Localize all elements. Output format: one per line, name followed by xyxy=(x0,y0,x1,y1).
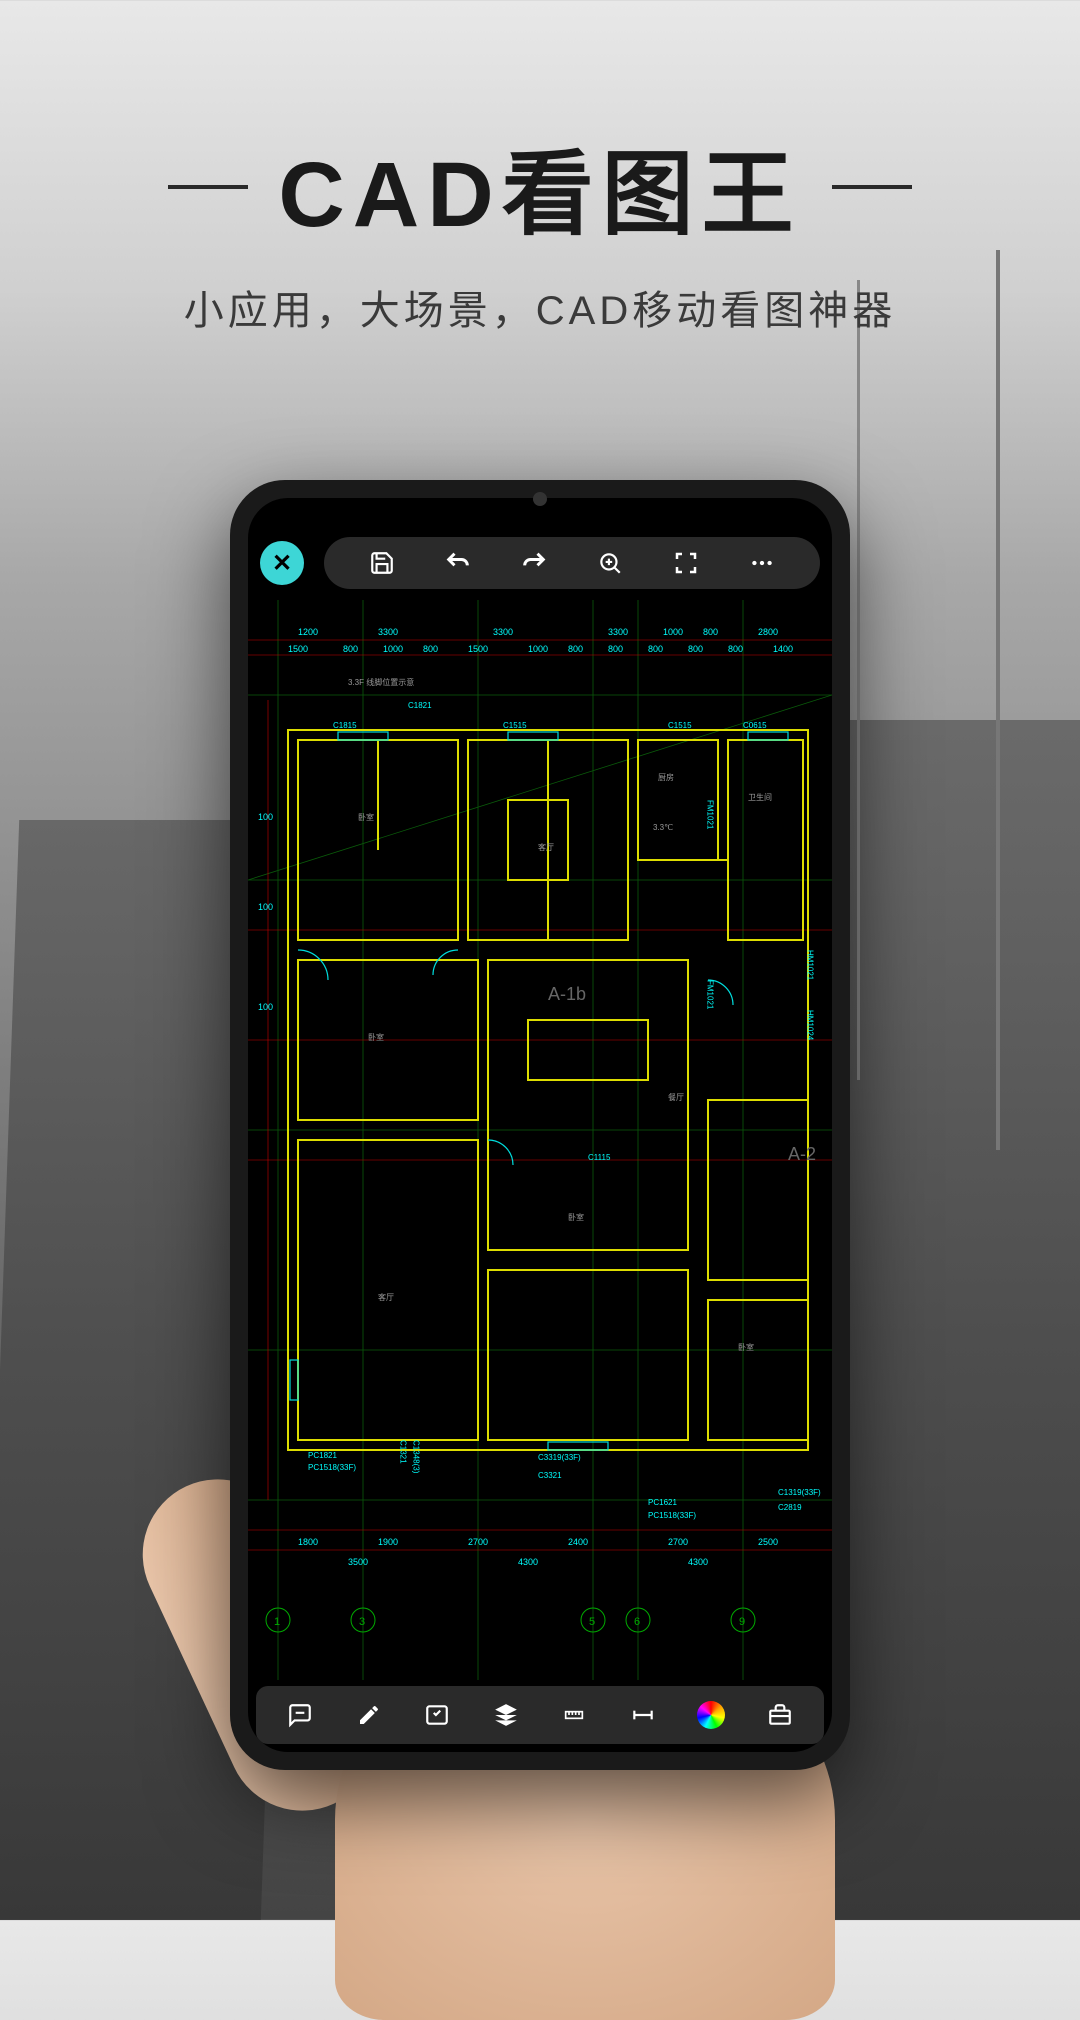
door-1: PC1518(33F) xyxy=(308,1463,356,1472)
door-5: HM1021 xyxy=(806,950,815,981)
toolbox-icon[interactable] xyxy=(763,1698,797,1732)
door-3: PC1518(33F) xyxy=(648,1511,696,1520)
room-0: 卧室 xyxy=(358,812,374,822)
diml-1: 100 xyxy=(258,902,273,912)
room-8: 卧室 xyxy=(738,1342,754,1352)
bottom-toolbar xyxy=(256,1686,824,1744)
diml-0: 100 xyxy=(258,812,273,822)
close-button[interactable]: ✕ xyxy=(260,541,304,585)
dimb2-0: 3500 xyxy=(348,1557,368,1567)
title-line-left xyxy=(168,185,248,189)
phone-mockup: ✕ xyxy=(230,480,850,1770)
dim2-5: 1000 xyxy=(528,644,548,654)
dim-3300b: 3300 xyxy=(493,627,513,637)
win-1: C1515 xyxy=(503,721,527,730)
fullscreen-icon[interactable] xyxy=(669,546,703,580)
room-4: 卧室 xyxy=(368,1032,384,1042)
door-2: PC1621 xyxy=(648,1498,677,1507)
door-4: FM1021 xyxy=(706,800,715,830)
dim2-3: 800 xyxy=(423,644,438,654)
dimb2-1: 4300 xyxy=(518,1557,538,1567)
axis-0: 1 xyxy=(274,1616,280,1628)
more-icon[interactable] xyxy=(745,546,779,580)
win-0: C1815 xyxy=(333,721,357,730)
door-7: HM1024 xyxy=(806,1010,815,1041)
bg-crane xyxy=(996,250,1000,1150)
temp-label: 3.3℃ xyxy=(653,823,673,832)
dimb-2: 2700 xyxy=(468,1537,488,1547)
c-0: C1321 xyxy=(399,1440,408,1464)
door-6: FM1021 xyxy=(706,980,715,1010)
redo-icon[interactable] xyxy=(517,546,551,580)
room-2: 厨房 xyxy=(658,772,674,782)
dim2-11: 1400 xyxy=(773,644,793,654)
axis-2: 5 xyxy=(589,1616,595,1628)
color-picker-icon[interactable] xyxy=(694,1698,728,1732)
axis-3: 6 xyxy=(634,1616,640,1628)
phone-screen: ✕ xyxy=(248,498,832,1752)
comment-icon[interactable] xyxy=(283,1698,317,1732)
app-subtitle: 小应用，大场景，CAD移动看图神器 xyxy=(0,278,1080,336)
dim2-2: 1000 xyxy=(383,644,403,654)
dim-1200: 1200 xyxy=(298,627,318,637)
dim-1000: 1000 xyxy=(663,627,683,637)
pencil-icon[interactable] xyxy=(352,1698,386,1732)
room-3: 卫生间 xyxy=(748,792,772,802)
dim-2800: 2800 xyxy=(758,627,778,637)
save-icon[interactable] xyxy=(365,546,399,580)
win-9: C1319(33F) xyxy=(778,1488,821,1497)
close-icon: ✕ xyxy=(272,549,292,578)
top-icon-group xyxy=(324,537,820,589)
edit-icon[interactable] xyxy=(420,1698,454,1732)
undo-icon[interactable] xyxy=(441,546,475,580)
win-3: C0615 xyxy=(743,721,767,730)
room-5: 餐厅 xyxy=(668,1093,684,1102)
header: CAD看图王 小应用，大场景，CAD移动看图神器 xyxy=(0,120,1080,336)
dimb-4: 2700 xyxy=(668,1537,688,1547)
dimb-1: 1900 xyxy=(378,1537,398,1547)
dim2-10: 800 xyxy=(728,644,743,654)
diml-2: 100 xyxy=(258,1002,273,1012)
annotation: 3.3F 线脚位置示意 xyxy=(348,677,414,687)
dim-3300a: 3300 xyxy=(378,627,398,637)
dim2-9: 800 xyxy=(688,644,703,654)
win-2: C1821 xyxy=(408,701,432,710)
win-6: C3319(33F) xyxy=(538,1453,581,1462)
unit-label-2: A-2 xyxy=(788,1144,816,1164)
title-line-right xyxy=(832,185,912,189)
win-7: C3321 xyxy=(538,1471,562,1480)
dim2-6: 800 xyxy=(568,644,583,654)
dim2-0: 1500 xyxy=(288,644,308,654)
dimb2-2: 4300 xyxy=(688,1557,708,1567)
phone-notch xyxy=(533,492,547,506)
dim2-1: 800 xyxy=(343,644,358,654)
axis-1: 3 xyxy=(359,1616,365,1628)
room-1: 客厅 xyxy=(538,842,554,852)
dimb-5: 2500 xyxy=(758,1537,778,1547)
dim2-4: 1500 xyxy=(468,644,488,654)
dimension-icon[interactable] xyxy=(626,1698,660,1732)
axis-4: 9 xyxy=(739,1616,745,1628)
unit-label: A-1b xyxy=(548,984,586,1004)
layers-icon[interactable] xyxy=(489,1698,523,1732)
dim2-7: 800 xyxy=(608,644,623,654)
zoom-target-icon[interactable] xyxy=(593,546,627,580)
top-toolbar: ✕ xyxy=(260,536,820,590)
bg-crane-2 xyxy=(857,280,860,1080)
win-4: C1515 xyxy=(668,721,692,730)
dim-3300c: 3300 xyxy=(608,627,628,637)
cad-drawing-canvas[interactable]: 1200 3300 3300 3300 1000 800 2800 1500 8… xyxy=(248,598,832,1682)
win-8: C2819 xyxy=(778,1503,802,1512)
dimb-3: 2400 xyxy=(568,1537,588,1547)
room-6: 卧室 xyxy=(568,1212,584,1222)
door-0: PC1821 xyxy=(308,1451,337,1460)
app-title: CAD看图王 xyxy=(278,120,801,253)
room-7: 客厅 xyxy=(378,1292,394,1302)
dimb-0: 1800 xyxy=(298,1537,318,1547)
ruler-icon[interactable] xyxy=(557,1698,591,1732)
dim2-8: 800 xyxy=(648,644,663,654)
win-5: C1115 xyxy=(588,1153,611,1162)
c-1: C1348(3) xyxy=(412,1440,421,1474)
dim-800: 800 xyxy=(703,627,718,637)
